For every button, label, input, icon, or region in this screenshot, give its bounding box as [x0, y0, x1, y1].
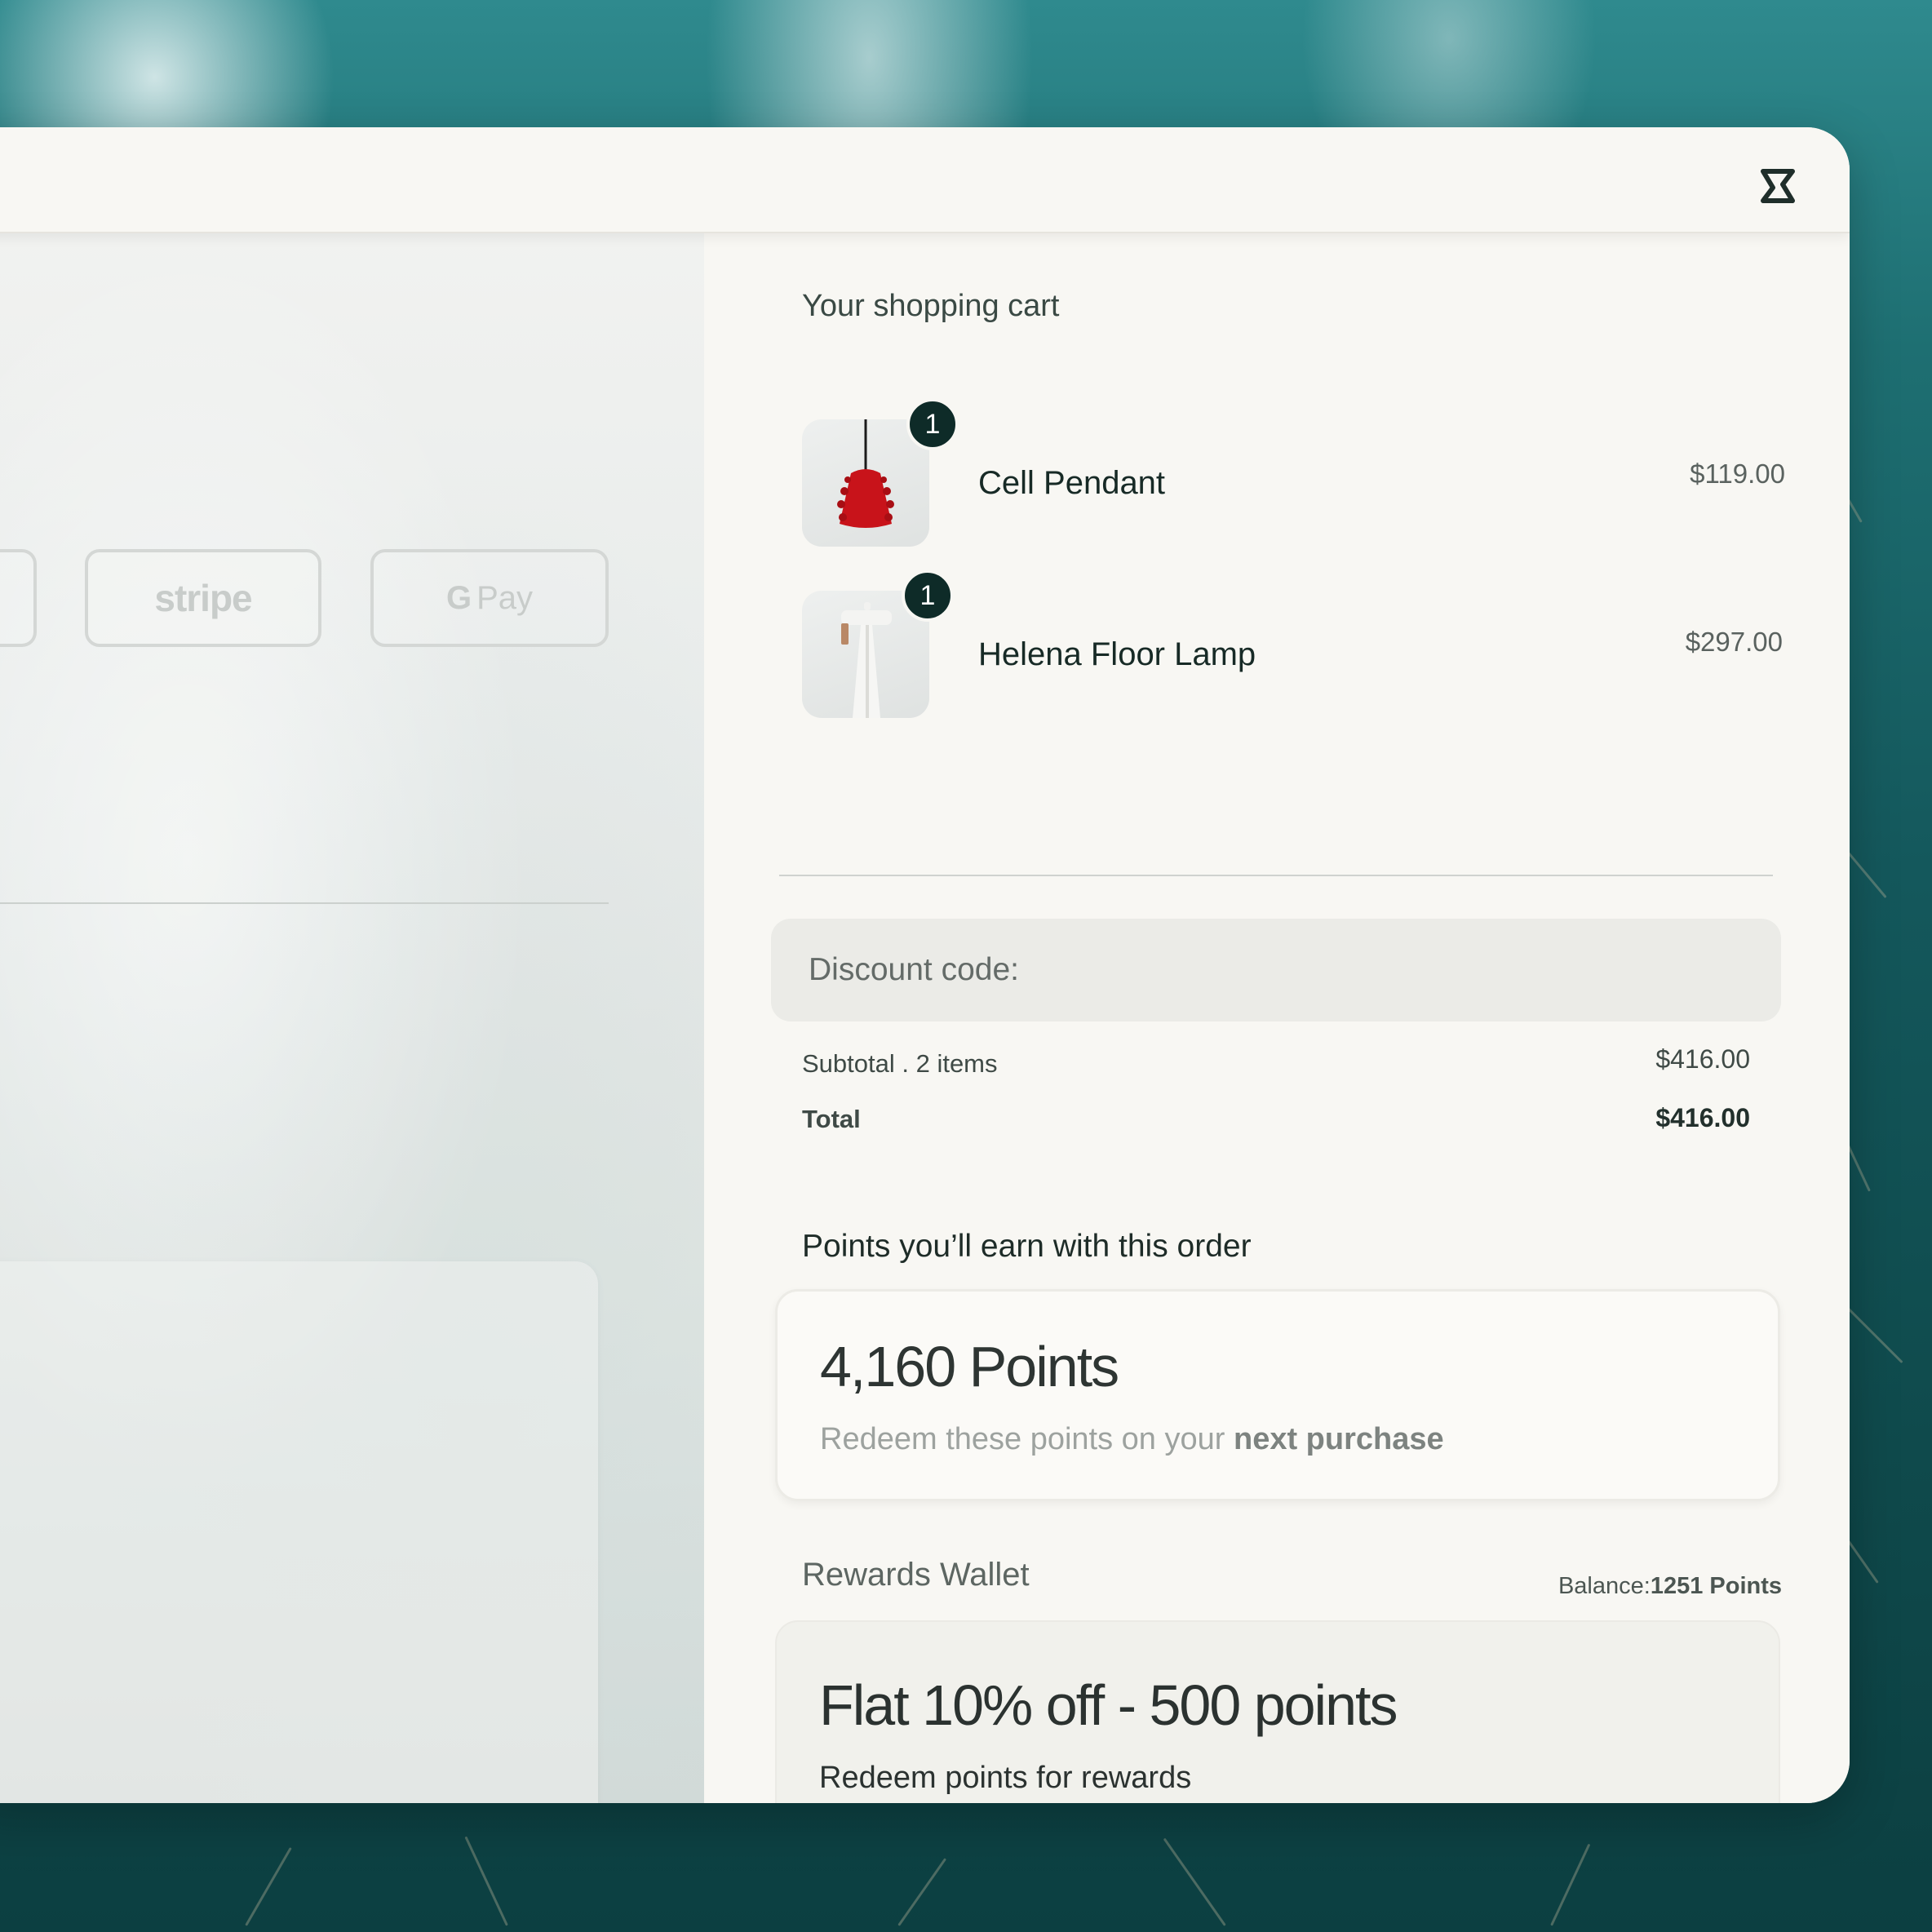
reward-title: Flat 10% off - 500 points: [819, 1673, 1398, 1737]
payment-option-button[interactable]: [0, 549, 37, 647]
points-card: 4,160 Points Redeem these points on your…: [775, 1289, 1780, 1501]
cart-item: 1 Cell Pendant $119.00: [802, 398, 1785, 547]
subtotal-value: $416.00: [1655, 1044, 1750, 1074]
reward-offer-card[interactable]: Flat 10% off - 500 points Redeem points …: [775, 1620, 1780, 1803]
grass-decoration-bottom: [0, 1803, 1932, 1932]
google-g-icon: G: [445, 579, 472, 616]
cart-panel: Your shopping cart 1 Cell Pendant $119.0…: [704, 232, 1850, 1803]
quantity-badge: 1: [906, 398, 959, 450]
balance-value: 1251 Points: [1650, 1573, 1782, 1599]
item-price: $297.00: [1685, 627, 1783, 657]
cart-item: 1 Helena Floor Lamp $297.00: [802, 569, 1783, 718]
discount-code-input[interactable]: Discount code:: [771, 919, 1781, 1021]
top-bar: [0, 127, 1850, 233]
google-pay-label: Pay: [476, 579, 534, 616]
reward-subtitle: Redeem points for rewards: [819, 1761, 1192, 1795]
google-pay-button[interactable]: G Pay: [370, 549, 609, 647]
stripe-logo: stripe: [154, 577, 252, 619]
divider: [0, 902, 609, 904]
payment-panel: stripe G Pay: [0, 232, 704, 1803]
cart-title: Your shopping cart: [802, 289, 1060, 323]
rewards-wallet-title: Rewards Wallet: [802, 1557, 1030, 1593]
stripe-pay-button[interactable]: stripe: [85, 549, 321, 647]
checkout-window: stripe G Pay Your shopping cart 1 Cell P…: [0, 127, 1850, 1803]
balance-label: Balance:: [1558, 1573, 1651, 1599]
item-price: $119.00: [1690, 459, 1785, 489]
points-subtitle-text: Redeem these points on your: [820, 1422, 1234, 1456]
total-label: Total: [802, 1105, 861, 1133]
item-name[interactable]: Cell Pendant: [978, 465, 1165, 502]
points-earn-title: Points you’ll earn with this order: [802, 1229, 1252, 1264]
item-name[interactable]: Helena Floor Lamp: [978, 636, 1256, 673]
discount-code-label: Discount code:: [809, 952, 1019, 987]
points-amount: 4,160 Points: [820, 1335, 1119, 1398]
quantity-badge: 1: [902, 569, 954, 622]
subtotal-label: Subtotal . 2 items: [802, 1049, 998, 1078]
wallet-balance: Balance:1251 Points: [1558, 1573, 1782, 1600]
points-subtitle-emphasis: next purchase: [1233, 1422, 1444, 1456]
brand-logo-icon[interactable]: [1758, 168, 1797, 204]
points-subtitle: Redeem these points on your next purchas…: [820, 1422, 1444, 1457]
total-row: Total $416.00: [802, 1103, 1750, 1134]
payment-form-card: [0, 1261, 598, 1803]
divider: [779, 875, 1773, 876]
grass-decoration: [1810, 326, 1932, 1932]
total-value: $416.00: [1655, 1103, 1750, 1132]
subtotal-row: Subtotal . 2 items $416.00: [802, 1044, 1750, 1079]
